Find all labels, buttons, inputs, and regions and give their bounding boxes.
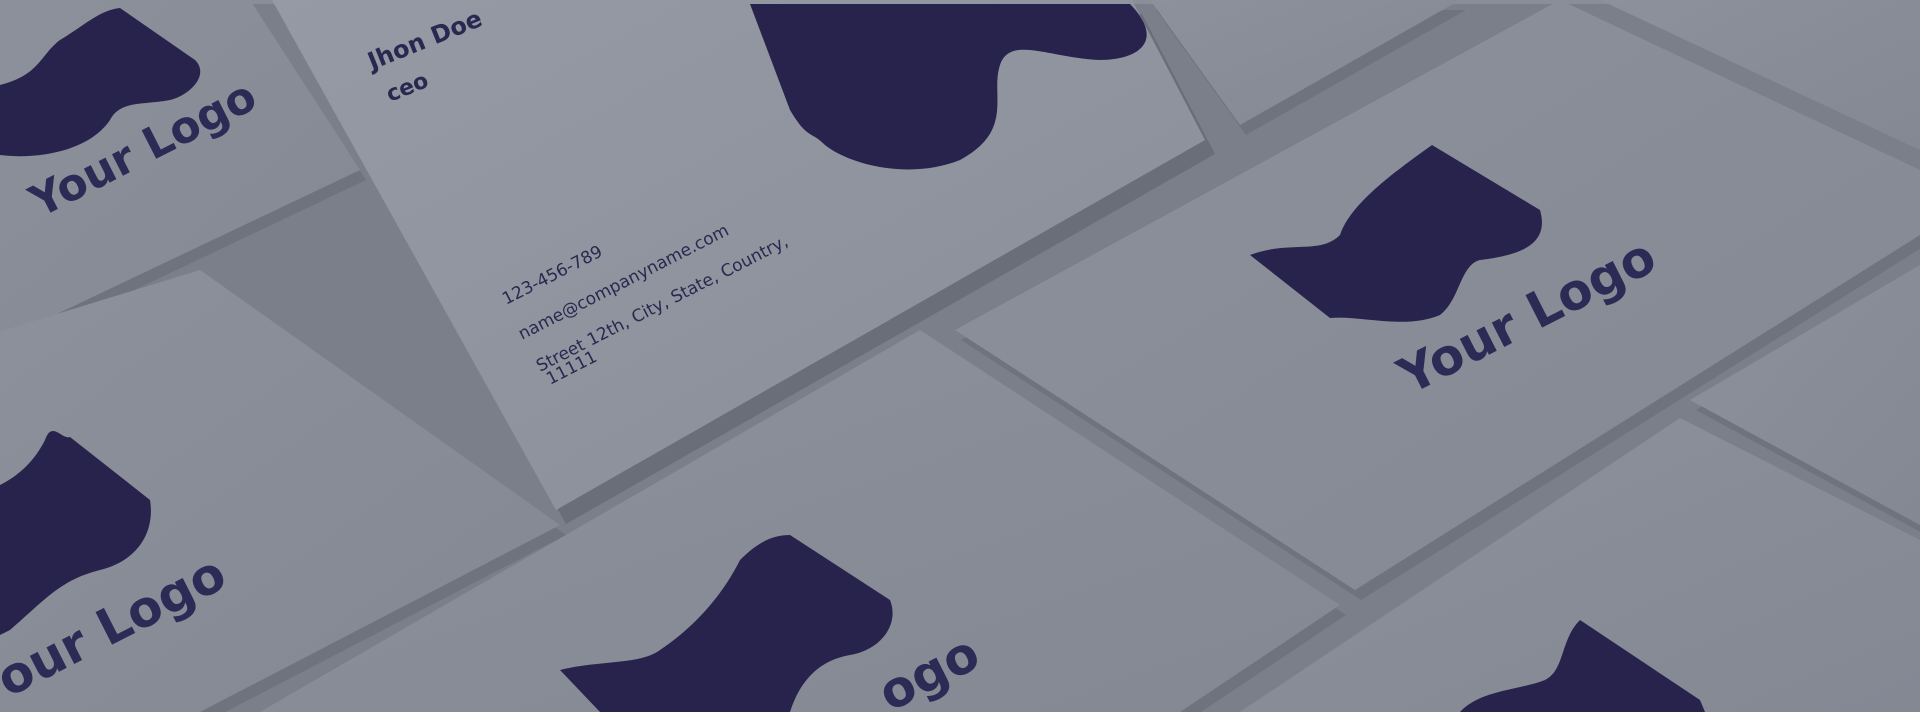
mockup-artwork: Jhon Doe ceo 123-456-789 name@companynam… <box>0 0 1920 712</box>
business-card-mockup-scene: Jhon Doe ceo 123-456-789 name@companynam… <box>0 0 1920 712</box>
